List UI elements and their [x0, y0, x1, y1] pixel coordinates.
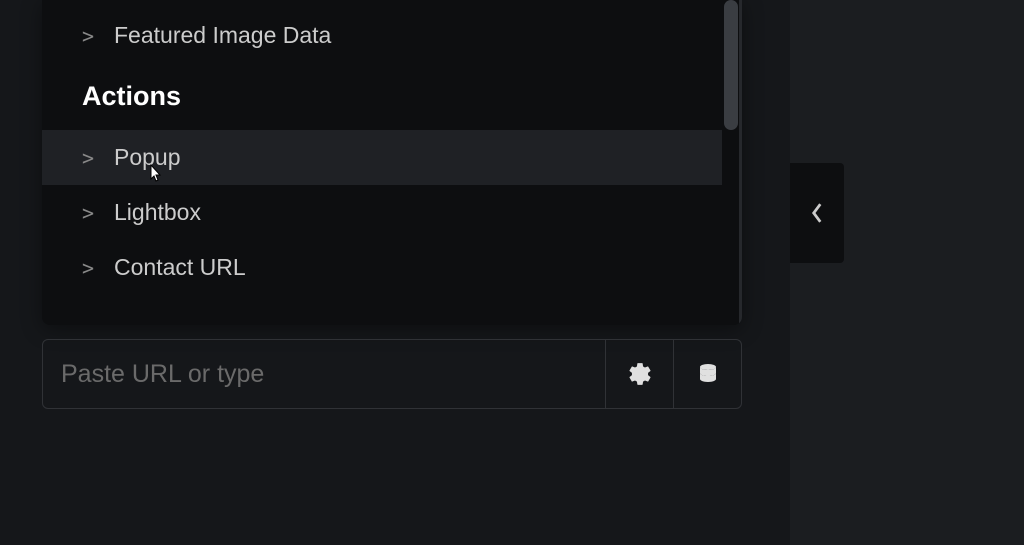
settings-button[interactable]	[605, 340, 673, 408]
options-panel: > Featured Image Data Actions > Popup > …	[42, 0, 742, 325]
list-item-label: Contact URL	[114, 254, 246, 281]
section-heading-actions: Actions	[42, 63, 722, 130]
list-item-contact-url[interactable]: > Contact URL	[42, 240, 722, 295]
database-icon	[696, 361, 720, 387]
url-input[interactable]	[43, 340, 605, 408]
scrollbar-thumb[interactable]	[724, 0, 738, 130]
options-list: > Featured Image Data Actions > Popup > …	[42, 0, 722, 325]
chevron-right-icon: >	[82, 24, 96, 48]
gear-icon	[627, 361, 653, 387]
list-item-popup[interactable]: > Popup	[42, 130, 722, 185]
collapse-panel-button[interactable]	[790, 163, 844, 263]
chevron-left-icon	[810, 202, 824, 224]
list-item-label: Lightbox	[114, 199, 201, 226]
url-input-row	[42, 339, 742, 409]
scrollbar-track	[739, 0, 742, 325]
list-item-featured-image-data[interactable]: > Featured Image Data	[42, 8, 722, 63]
database-button[interactable]	[673, 340, 741, 408]
list-item-lightbox[interactable]: > Lightbox	[42, 185, 722, 240]
list-item-label: Featured Image Data	[114, 22, 331, 49]
chevron-right-icon: >	[82, 146, 96, 170]
chevron-right-icon: >	[82, 256, 96, 280]
chevron-right-icon: >	[82, 201, 96, 225]
canvas-area	[790, 0, 1024, 545]
list-item-label: Popup	[114, 144, 181, 171]
